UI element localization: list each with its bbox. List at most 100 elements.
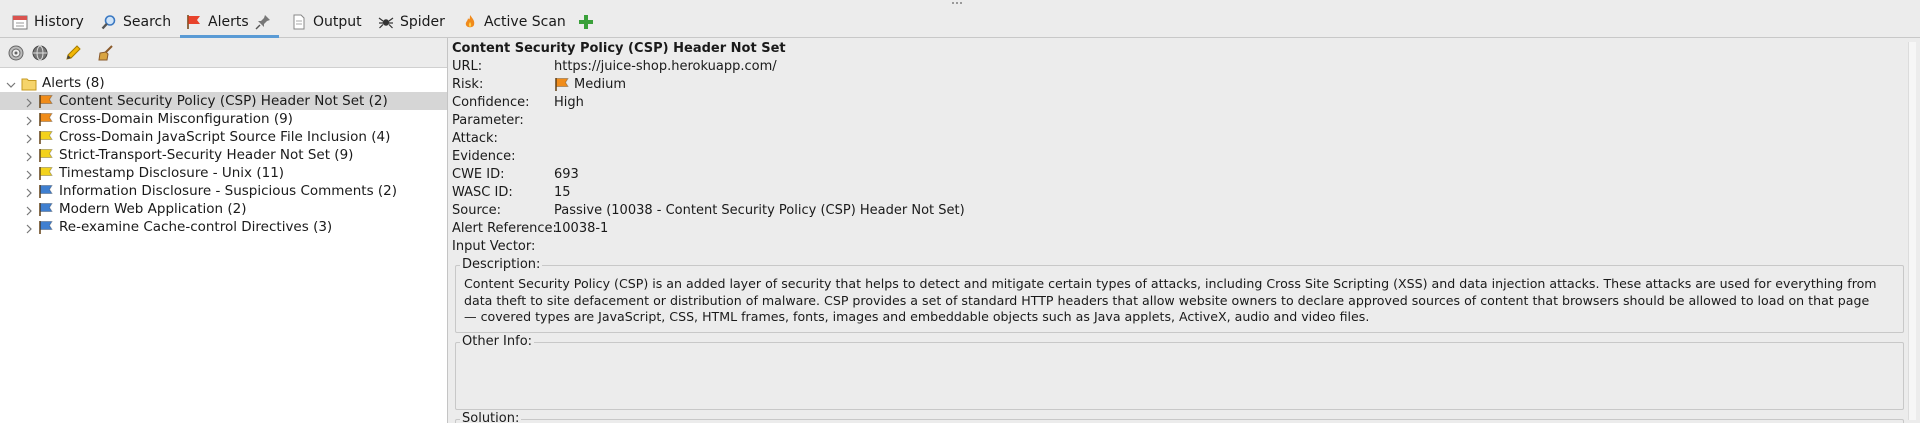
detail-field-row: Input Vector: bbox=[452, 239, 1452, 257]
tab-active-scan[interactable]: Active Scan bbox=[462, 8, 566, 36]
alert-tree-label: Timestamp Disclosure - Unix (11) bbox=[59, 165, 285, 181]
other-info-label: Other Info: bbox=[460, 334, 535, 349]
field-key: Risk: bbox=[452, 77, 484, 92]
field-value: Passive (10038 - Content Security Policy… bbox=[554, 203, 965, 218]
alert-tree-item[interactable]: Information Disclosure - Suspicious Comm… bbox=[0, 182, 397, 200]
chevron-right-icon[interactable] bbox=[24, 114, 34, 126]
risk-flag-icon bbox=[38, 130, 54, 145]
chevron-right-icon[interactable] bbox=[24, 96, 34, 108]
chevron-right-icon[interactable] bbox=[24, 132, 34, 144]
detail-field-row: Confidence: High bbox=[452, 95, 1452, 113]
field-key: CWE ID: bbox=[452, 167, 505, 182]
detail-field-row: Alert Reference: 10038-1 bbox=[452, 221, 1452, 239]
detail-field-row: Risk: Medium bbox=[452, 77, 1452, 95]
description-text: Content Security Policy (CSP) is an adde… bbox=[464, 276, 1877, 324]
alert-tree-label: Re-examine Cache-control Directives (3) bbox=[59, 219, 333, 235]
spider-icon bbox=[378, 14, 394, 30]
alert-tree-item[interactable]: Cross-Domain JavaScript Source File Incl… bbox=[0, 128, 390, 146]
alert-tree-item[interactable]: Timestamp Disclosure - Unix (11) bbox=[0, 164, 284, 182]
tab-label: Spider bbox=[400, 14, 445, 30]
detail-field-row: URL: https://juice-shop.herokuapp.com/ bbox=[452, 59, 1452, 77]
tab-spider[interactable]: Spider bbox=[378, 8, 445, 36]
alert-title: Content Security Policy (CSP) Header Not… bbox=[452, 41, 786, 56]
alert-tree-item[interactable]: Content Security Policy (CSP) Header Not… bbox=[0, 92, 447, 110]
detail-field-row: Parameter: bbox=[452, 113, 1452, 131]
risk-flag-icon bbox=[38, 220, 54, 235]
field-key: Parameter: bbox=[452, 113, 524, 128]
field-key: Confidence: bbox=[452, 95, 530, 110]
chevron-right-icon[interactable] bbox=[24, 204, 34, 216]
tab-history[interactable]: History bbox=[12, 8, 84, 36]
alert-tree-label: Cross-Domain Misconfiguration (9) bbox=[59, 111, 293, 127]
detail-field-row: WASC ID: 15 bbox=[452, 185, 1452, 203]
alert-tree-label: Strict-Transport-Security Header Not Set… bbox=[59, 147, 354, 163]
tab-label: History bbox=[34, 14, 84, 30]
alert-tree-item[interactable]: Cross-Domain Misconfiguration (9) bbox=[0, 110, 293, 128]
field-key: Attack: bbox=[452, 131, 498, 146]
folder-icon bbox=[21, 76, 37, 91]
document-icon bbox=[291, 14, 307, 30]
risk-flag-icon bbox=[38, 148, 54, 163]
pin-icon[interactable] bbox=[255, 14, 271, 30]
alerts-toolbar bbox=[0, 38, 447, 68]
field-value: 10038-1 bbox=[554, 221, 609, 236]
risk-flag-icon bbox=[38, 202, 54, 217]
field-value: Medium bbox=[574, 77, 626, 92]
detail-field-row: CWE ID: 693 bbox=[452, 167, 1452, 185]
alert-tree-label: Content Security Policy (CSP) Header Not… bbox=[59, 93, 388, 109]
field-key: Alert Reference: bbox=[452, 221, 557, 236]
chevron-right-icon[interactable] bbox=[24, 168, 34, 180]
calendar-icon bbox=[12, 14, 28, 30]
edit-pencil-icon[interactable] bbox=[64, 44, 82, 62]
detail-field-row: Source: Passive (10038 - Content Security… bbox=[452, 203, 1452, 221]
alert-tree-label: Cross-Domain JavaScript Source File Incl… bbox=[59, 129, 391, 145]
tab-output[interactable]: Output bbox=[291, 8, 362, 36]
tab-label: Alerts bbox=[208, 14, 249, 30]
detail-field-row: Evidence: bbox=[452, 149, 1452, 167]
flame-icon bbox=[462, 14, 478, 30]
search-icon bbox=[101, 14, 117, 30]
resize-grip[interactable] bbox=[952, 2, 968, 8]
description-label: Description: bbox=[460, 257, 543, 272]
alert-tree-label: Information Disclosure - Suspicious Comm… bbox=[59, 183, 398, 199]
alert-tree-item[interactable]: Strict-Transport-Security Header Not Set… bbox=[0, 146, 353, 164]
alerts-tree-panel: Alerts (8) Content Security Policy (CSP)… bbox=[0, 38, 448, 423]
detail-scrollbar[interactable] bbox=[1908, 42, 1916, 420]
other-info-box: Other Info: bbox=[455, 334, 1904, 410]
risk-flag-icon bbox=[38, 184, 54, 199]
field-key: Source: bbox=[452, 203, 502, 218]
alert-tree-label: Modern Web Application (2) bbox=[59, 201, 247, 217]
globe-filter-icon[interactable] bbox=[31, 44, 49, 62]
field-value: 15 bbox=[554, 185, 571, 200]
tab-label: Search bbox=[123, 14, 172, 30]
medium-risk-flag-icon bbox=[554, 77, 570, 92]
chevron-right-icon[interactable] bbox=[24, 222, 34, 234]
chevron-right-icon[interactable] bbox=[24, 186, 34, 198]
tab-alerts[interactable]: Alerts bbox=[180, 8, 279, 38]
solution-box: Solution: bbox=[455, 411, 1904, 423]
risk-flag-icon bbox=[38, 94, 54, 109]
tab-bar: History Search Alerts Output Spider Acti… bbox=[0, 0, 1920, 38]
chevron-right-icon[interactable] bbox=[24, 150, 34, 162]
field-value: https://juice-shop.herokuapp.com/ bbox=[554, 59, 777, 74]
description-box: Description: Content Security Policy (CS… bbox=[455, 257, 1904, 333]
alert-tree-item[interactable]: Modern Web Application (2) bbox=[0, 200, 247, 218]
flag-icon bbox=[186, 14, 202, 30]
alert-tree-item[interactable]: Re-examine Cache-control Directives (3) bbox=[0, 218, 332, 236]
detail-field-row: Attack: bbox=[452, 131, 1452, 149]
tree-root[interactable]: Alerts (8) bbox=[6, 74, 105, 92]
risk-flag-icon bbox=[38, 166, 54, 181]
add-tab-button[interactable] bbox=[578, 8, 594, 36]
tab-search[interactable]: Search bbox=[101, 8, 171, 36]
plus-icon bbox=[578, 14, 594, 30]
tab-label: Active Scan bbox=[484, 14, 566, 30]
tree-root-label: Alerts (8) bbox=[42, 75, 105, 91]
chevron-down-icon[interactable] bbox=[6, 78, 16, 88]
alert-detail-panel: Content Security Policy (CSP) Header Not… bbox=[452, 38, 1906, 423]
scope-target-icon[interactable] bbox=[7, 44, 25, 62]
field-key: URL: bbox=[452, 59, 483, 74]
field-value: 693 bbox=[554, 167, 579, 182]
tab-label: Output bbox=[313, 14, 362, 30]
field-value: High bbox=[554, 95, 584, 110]
broom-icon[interactable] bbox=[97, 44, 115, 62]
